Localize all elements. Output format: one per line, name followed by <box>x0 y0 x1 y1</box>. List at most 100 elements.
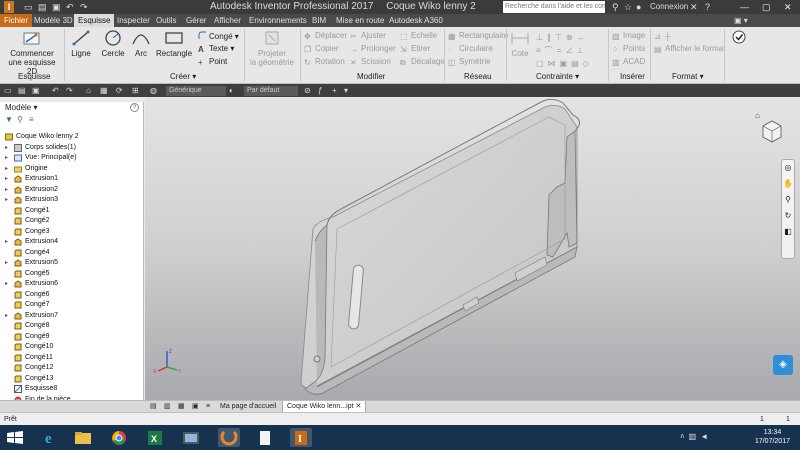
tree-item[interactable]: ▸ Corps solides(1) <box>0 143 144 154</box>
circle-button[interactable]: Cercle <box>98 29 128 58</box>
tab-esquisse[interactable]: Esquisse <box>74 14 115 27</box>
home-icon[interactable]: ⌂ <box>86 85 91 96</box>
fx-icon[interactable]: ƒ <box>318 85 322 96</box>
browser-help-icon[interactable]: ? <box>130 103 139 112</box>
tab-afficher[interactable]: Afficher <box>210 14 245 27</box>
select-icon[interactable]: ▦ <box>100 85 108 96</box>
customize-icon[interactable]: ▾ <box>344 85 348 96</box>
tree-item[interactable]: Congé11 <box>0 353 144 364</box>
tree-item[interactable]: ▸ Origine <box>0 164 144 175</box>
undo-icon[interactable]: ↶ <box>66 1 74 13</box>
maximize-button[interactable]: ▢ <box>762 0 771 14</box>
show-hidden-icons-icon[interactable]: ˄ <box>680 432 689 441</box>
new-icon[interactable]: ▭ <box>4 85 12 96</box>
expand-arrow-icon[interactable]: ▸ <box>5 237 8 248</box>
tree-item[interactable]: Congé6 <box>0 290 144 301</box>
expand-arrow-icon[interactable]: ▸ <box>5 279 8 290</box>
start-button[interactable] <box>4 428 26 447</box>
tree-item[interactable]: ▸ Extrusion2 <box>0 185 144 196</box>
tab-mise-en-route[interactable]: Mise en route <box>332 14 388 27</box>
undo-button-icon[interactable]: ↶ <box>52 85 59 96</box>
insert-acad-button[interactable]: ▥ ACAD <box>612 57 645 67</box>
constraint-row-1[interactable]: ⊥∥⊤⊗↔ <box>536 31 604 44</box>
tree-item[interactable]: ▸ Extrusion1 <box>0 174 144 185</box>
plus-icon[interactable]: + <box>332 85 337 96</box>
tree-item[interactable]: ▸ Extrusion5 <box>0 258 144 269</box>
arc-button[interactable]: Arc <box>128 29 154 58</box>
chrome-icon[interactable] <box>108 428 130 447</box>
dimension-button[interactable]: Cote <box>508 29 532 58</box>
user-icon[interactable]: ● <box>636 1 641 13</box>
open-file-icon[interactable]: ▤ <box>18 85 26 96</box>
offset-button[interactable]: ⧉ Décalage <box>400 57 445 67</box>
expand-arrow-icon[interactable]: ▸ <box>5 174 8 185</box>
constraint-row-3[interactable]: ▢⋈▣▤◇ <box>536 57 604 70</box>
tab-autodesk-a360[interactable]: Autodesk A360 <box>385 14 447 27</box>
fillet-sketch-button[interactable]: Congé ▾ <box>198 31 239 42</box>
expand-arrow-icon[interactable]: ▸ <box>5 258 8 269</box>
tab-modele-3d[interactable]: Modèle 3D <box>30 14 77 27</box>
redo-button-icon[interactable]: ↷ <box>66 85 73 96</box>
line-button[interactable]: Ligne <box>66 29 96 58</box>
tree-item[interactable]: Congé7 <box>0 300 144 311</box>
tree-item[interactable]: ▸ Extrusion6 <box>0 279 144 290</box>
excel-icon[interactable]: X <box>144 428 166 447</box>
browser-search-icon[interactable]: ⚲ <box>17 114 23 126</box>
star-icon[interactable]: ☆ <box>624 1 632 13</box>
tree-item[interactable]: ▸ Extrusion4 <box>0 237 144 248</box>
point-button[interactable]: + Point <box>198 57 227 67</box>
rectangle-button[interactable]: Rectangle <box>156 29 192 58</box>
tree-item[interactable]: Congé1 <box>0 206 144 217</box>
tree-item[interactable]: Congé5 <box>0 269 144 280</box>
tree-item[interactable]: Esquisse8 <box>0 384 144 395</box>
clear-appearance-icon[interactable]: ⊘ <box>304 85 311 96</box>
tab-fichier[interactable]: Fichier <box>0 14 33 27</box>
help-search-input[interactable]: Recherche dans l'aide et les com <box>503 1 605 13</box>
scale-button[interactable]: ⬚ Echelle <box>400 31 437 41</box>
tree-item[interactable]: Congé4 <box>0 248 144 259</box>
network-icon[interactable]: ▥ <box>689 432 701 441</box>
move-button[interactable]: ✥ Déplacer <box>304 31 347 41</box>
taskbar-clock[interactable]: 13:34 17/07/2017 <box>755 428 790 446</box>
ie-icon[interactable]: e <box>40 428 62 447</box>
save-file-icon[interactable]: ▣ <box>32 85 40 96</box>
a360-icon[interactable]: ◈ <box>773 355 793 375</box>
inventor-taskbar-icon[interactable]: I <box>290 428 312 447</box>
start-2d-sketch-button[interactable]: Commencer une esquisse 2D <box>4 29 60 76</box>
close-button[interactable]: ✕ <box>784 0 792 14</box>
tab-gerer[interactable]: Gérer <box>182 14 210 27</box>
exchange-icon[interactable]: ✕ <box>690 1 698 13</box>
open-icon[interactable]: ▤ <box>38 1 47 13</box>
orbit-icon[interactable]: ↻ <box>782 208 794 224</box>
full-navigation-wheel-icon[interactable]: ◎ <box>782 160 794 176</box>
look-at-icon[interactable]: ◧ <box>782 224 794 240</box>
tree-item[interactable]: Congé3 <box>0 227 144 238</box>
format-icons[interactable]: ⊿ ┼ <box>654 31 676 41</box>
inventor-app-icon[interactable]: I <box>4 1 14 13</box>
tab-environnements[interactable]: Environnements <box>245 14 311 27</box>
expand-arrow-icon[interactable]: ▸ <box>5 311 8 322</box>
tab-inspecter[interactable]: Inspecter <box>113 14 154 27</box>
save-icon[interactable]: ▣ <box>52 1 61 13</box>
insert-points-button[interactable]: ⁘ Points <box>612 44 645 54</box>
split-button[interactable]: ⨯ Scission <box>350 57 391 67</box>
project-geometry-button[interactable]: Projeter la géométrie <box>248 29 296 67</box>
update-icon[interactable]: ⟳ <box>116 85 123 96</box>
expand-arrow-icon[interactable]: ▸ <box>5 143 8 154</box>
tree-item[interactable]: Congé8 <box>0 321 144 332</box>
expand-arrow-icon[interactable]: ▸ <box>5 185 8 196</box>
new-file-icon[interactable]: ▭ <box>24 1 33 13</box>
stretch-button[interactable]: ⇲ Etirer <box>400 44 430 54</box>
cortana-icon[interactable] <box>180 428 202 447</box>
expand-arrow-icon[interactable]: ▸ <box>5 195 8 206</box>
sign-in-link[interactable]: Connexion <box>650 0 688 14</box>
text-button[interactable]: A Texte ▾ <box>198 44 234 54</box>
expand-arrow-icon[interactable]: ▸ <box>5 164 8 175</box>
viewcube-home-icon[interactable]: ⌂ <box>755 111 760 120</box>
appearance-select[interactable]: Par défaut <box>244 86 298 96</box>
material-select[interactable]: Générique <box>166 86 226 96</box>
tab-outils[interactable]: Outils <box>152 14 180 27</box>
rotate-button[interactable]: ↻ Rotation <box>304 57 345 67</box>
redo-icon[interactable]: ↷ <box>80 1 88 13</box>
binoculars-icon[interactable]: ⚲ <box>612 1 619 13</box>
